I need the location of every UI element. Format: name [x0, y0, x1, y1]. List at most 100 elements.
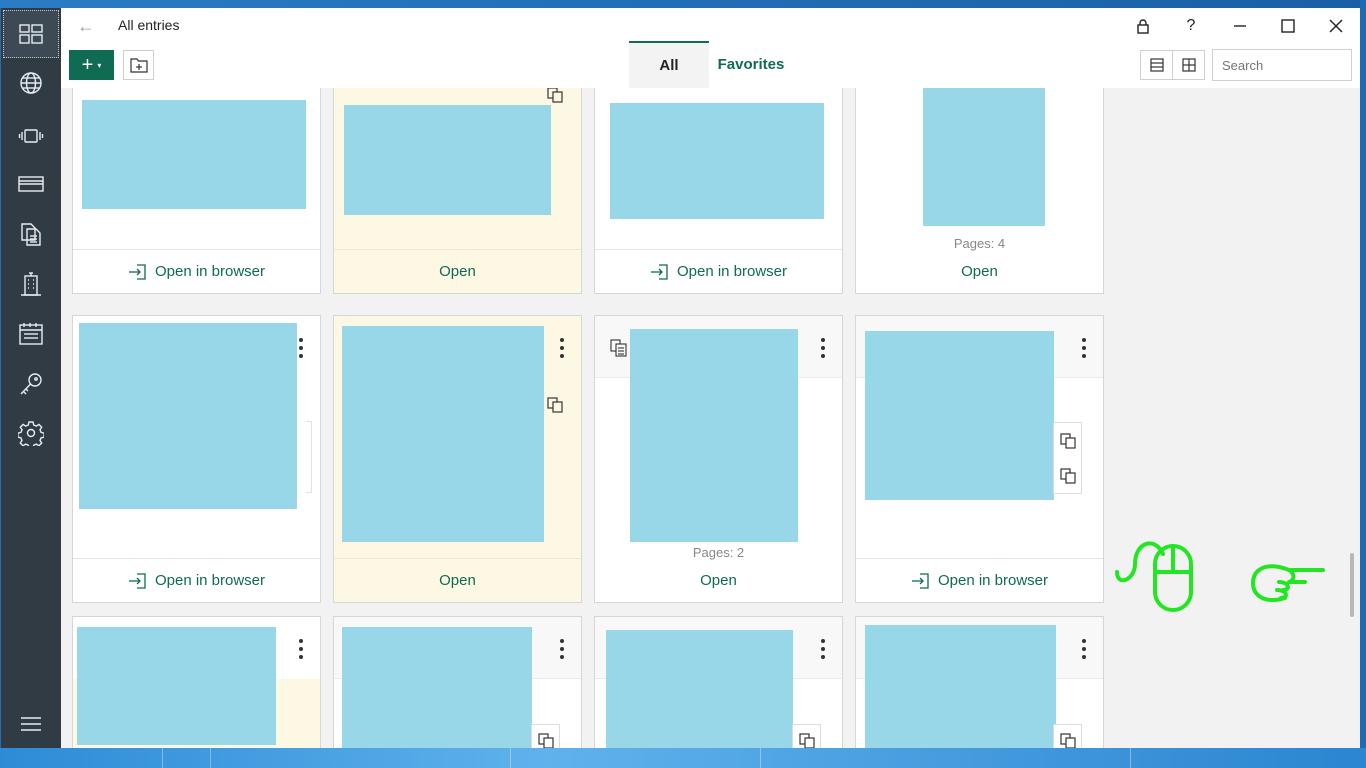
add-entry-button[interactable]: + ▾ — [69, 50, 114, 80]
open-button[interactable]: Open — [595, 558, 842, 602]
action-label: Open in browser — [154, 572, 266, 589]
entry-card[interactable]: Open in browser — [72, 315, 321, 603]
entry-thumbnail — [630, 329, 798, 542]
sidebar-item-menu[interactable] — [1, 700, 61, 748]
entry-card-favorite[interactable] — [72, 616, 321, 749]
grid-view-button[interactable] — [1172, 50, 1205, 80]
entry-card[interactable]: Open in browser — [72, 88, 321, 294]
desktop-background-right — [1360, 0, 1366, 768]
maximize-button[interactable] — [1268, 12, 1308, 40]
action-label: Open in browser — [676, 263, 788, 280]
sidebar-item-websites[interactable] — [1, 59, 61, 107]
entry-card[interactable]: Pages: 4 Open — [855, 88, 1104, 294]
entry-card-favorite[interactable]: Open — [333, 315, 582, 603]
lock-button[interactable] — [1123, 12, 1163, 40]
entry-card[interactable]: Pages: 2 Open — [594, 315, 843, 603]
open-in-browser-button[interactable]: Open in browser — [73, 249, 320, 293]
copy-button[interactable] — [540, 388, 569, 421]
entry-thumbnail — [923, 88, 1045, 226]
sidebar-item-notes[interactable] — [1, 310, 61, 358]
more-options-icon[interactable] — [815, 639, 831, 659]
open-button[interactable]: Open — [334, 558, 581, 602]
pointing-hand-icon — [1249, 558, 1329, 606]
tab-all[interactable]: All — [629, 41, 709, 88]
sidebar-item-addresses[interactable] — [1, 260, 61, 308]
sidebar-item-all-entries[interactable] — [3, 10, 59, 58]
sidebar-item-apps[interactable] — [1, 112, 61, 160]
app-window: ← All entries ? + ▾ All Favorites Search… — [1, 8, 1360, 749]
open-in-browser-button[interactable]: Open in browser — [595, 249, 842, 293]
entry-card[interactable]: Open in browser — [855, 315, 1104, 603]
entry-thumbnail — [865, 331, 1054, 500]
help-button[interactable]: ? — [1171, 12, 1211, 40]
close-button[interactable] — [1316, 12, 1356, 40]
list-view-icon — [1149, 58, 1164, 72]
chevron-down-icon: ▾ — [97, 60, 102, 70]
calendar-icon — [19, 323, 43, 345]
desktop-background-top — [0, 0, 1366, 8]
entry-card[interactable] — [333, 616, 582, 749]
copy-icon — [1059, 467, 1076, 484]
action-label: Open — [439, 263, 476, 280]
action-label: Open in browser — [937, 572, 1049, 589]
back-arrow-icon[interactable]: ← — [75, 15, 97, 37]
more-options-icon[interactable] — [815, 338, 831, 358]
document-type-icon — [610, 339, 627, 357]
entry-card-favorite[interactable]: Open — [333, 88, 582, 294]
entry-thumbnail — [610, 103, 824, 219]
globe-icon — [20, 72, 42, 94]
entry-thumbnail — [342, 326, 544, 542]
grid-icon — [19, 24, 43, 44]
entry-thumbnail — [344, 105, 551, 215]
lock-icon — [1137, 19, 1149, 34]
copy-buttons[interactable] — [1053, 422, 1082, 494]
entry-card[interactable]: Open in browser — [594, 88, 843, 294]
copy-icon — [546, 396, 563, 413]
entry-card[interactable] — [855, 616, 1104, 749]
sidebar-item-bank-cards[interactable] — [1, 160, 61, 208]
sidebar-item-settings[interactable] — [1, 409, 61, 457]
action-label: Open — [439, 572, 476, 589]
copy-button[interactable] — [1053, 724, 1082, 749]
new-folder-icon — [129, 58, 148, 73]
window-title: All entries — [118, 17, 180, 33]
grid-view-icon — [1181, 58, 1196, 72]
search-input[interactable] — [1212, 49, 1352, 81]
list-view-button[interactable] — [1140, 50, 1173, 80]
more-options-icon[interactable] — [554, 338, 570, 358]
entry-card[interactable] — [594, 616, 843, 749]
open-in-browser-button[interactable]: Open in browser — [73, 558, 320, 602]
scrollbar-thumb[interactable] — [1350, 553, 1354, 617]
action-label: Open — [961, 262, 998, 280]
open-in-browser-button[interactable]: Open in browser — [856, 558, 1103, 602]
more-options-icon[interactable] — [554, 639, 570, 659]
sidebar-item-documents[interactable] — [1, 210, 61, 258]
new-folder-button[interactable] — [123, 50, 154, 80]
minimize-icon — [1234, 25, 1246, 27]
taskbar — [0, 748, 1366, 768]
sign-in-icon — [650, 263, 668, 280]
documents-icon — [21, 223, 41, 246]
action-label: Open in browser — [154, 263, 266, 280]
tab-favorites[interactable]: Favorites — [709, 41, 793, 88]
action-label: Open — [700, 571, 737, 589]
more-options-icon[interactable] — [293, 639, 309, 659]
card-edge — [306, 421, 312, 493]
building-icon — [21, 272, 41, 296]
more-options-icon[interactable] — [1076, 639, 1092, 659]
more-options-icon[interactable] — [1076, 338, 1092, 358]
entry-thumbnail — [82, 100, 306, 209]
copy-icon — [546, 88, 563, 103]
minimize-button[interactable] — [1220, 12, 1260, 40]
sign-in-icon — [911, 572, 929, 589]
close-icon — [1329, 19, 1343, 33]
sidebar-item-password-generator[interactable] — [1, 360, 61, 408]
app-icon — [18, 129, 44, 143]
open-button[interactable]: Open — [334, 249, 581, 293]
more-options-icon[interactable] — [293, 338, 309, 358]
copy-button[interactable] — [531, 724, 560, 749]
open-button[interactable]: Open — [856, 249, 1103, 293]
copy-button[interactable] — [792, 724, 821, 749]
mouse-icon — [1113, 532, 1195, 614]
entry-thumbnail — [865, 625, 1056, 749]
